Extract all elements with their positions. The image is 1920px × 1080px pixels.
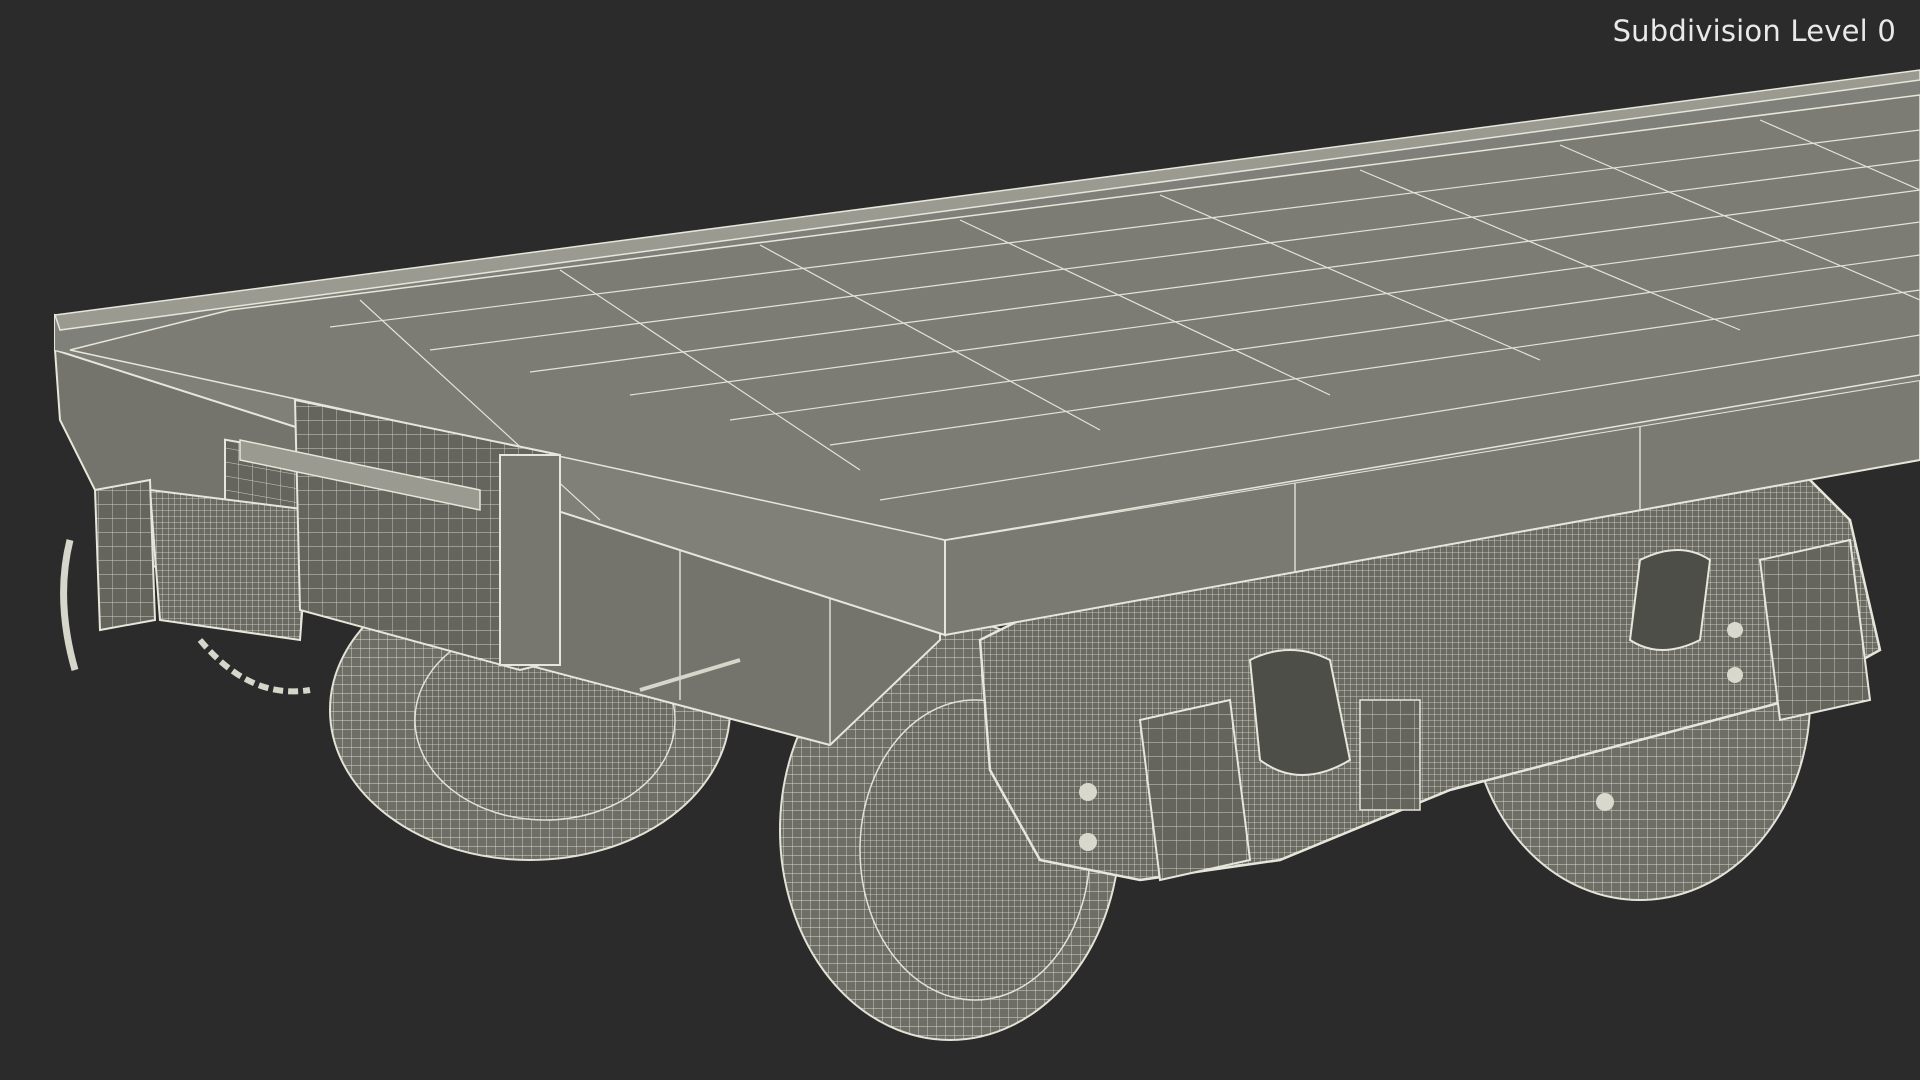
flatcar-wireframe-render	[53, 69, 1920, 1041]
subdivision-level-label: Subdivision Level 0	[1612, 14, 1896, 48]
render-viewport: Subdivision Level 0	[0, 0, 1920, 1080]
